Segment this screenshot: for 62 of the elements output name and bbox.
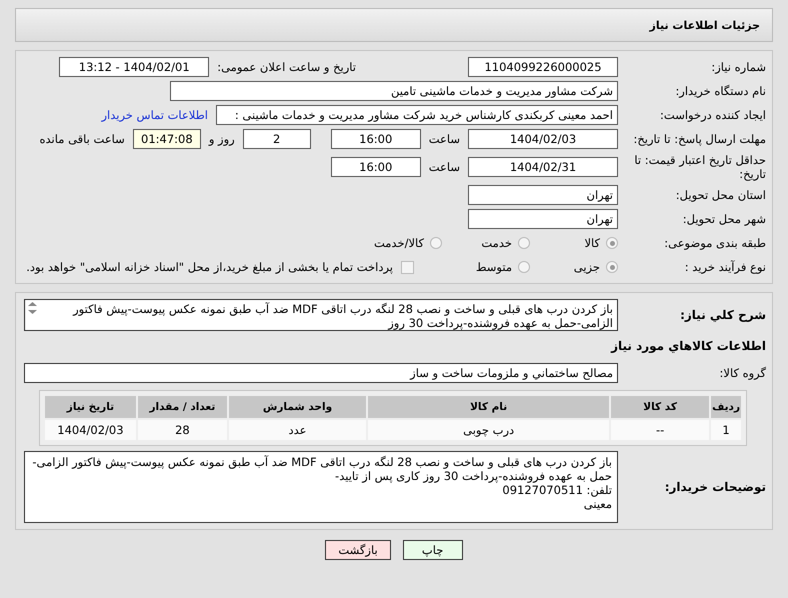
radio-button[interactable] <box>606 261 618 273</box>
checkbox[interactable] <box>401 260 414 274</box>
field-label: نام دستگاه خریدار: <box>674 84 767 98</box>
table-cell: -- <box>611 420 710 440</box>
radio-button[interactable] <box>518 237 530 249</box>
field-label: گروه کالا: <box>718 366 767 380</box>
column-header: رديف <box>711 396 741 418</box>
print-button[interactable]: چاپ <box>402 540 463 560</box>
field-label: شهر محل تحویل: <box>682 212 767 226</box>
contact-link[interactable]: اطلاعات تماس خریدار <box>101 108 208 122</box>
goods-group-field: مصالح ساختماني و ملزومات ساخت و ساز <box>24 363 618 383</box>
column-header: واحد شمارش <box>228 396 366 418</box>
province-field: تهران <box>468 185 618 205</box>
notes-field[interactable]: باز کردن درب های قبلی و ساخت و نصب 28 لنگه درب اتاقی MDF ضد آب طبق نمونه عکس پیوست-پیش فاکتور الزامی-حمل به عهده فروشنده-پرداخت 30 روز کاری پس از تایید- تلفن: 09127070511 معینی <box>24 451 618 523</box>
table-cell: عدد <box>228 420 366 440</box>
field-label: توضیحات خریدار: <box>664 480 767 494</box>
field-label: شماره نیاز: <box>710 60 767 74</box>
table-cell: 1404/02/03 <box>45 420 136 440</box>
radio-button[interactable] <box>606 237 618 249</box>
city-field: تهران <box>468 209 618 229</box>
option-label: کالا/خدمت <box>374 236 424 250</box>
field-label: ایجاد کننده درخواست: <box>659 108 767 122</box>
section-heading: اطلاعات کالاهاي مورد نياز <box>611 339 767 353</box>
back-button[interactable]: بازگشت <box>325 540 391 560</box>
column-header: نام کالا <box>368 396 610 418</box>
time-field: 16:00 <box>330 157 421 177</box>
field-label: ساعت <box>428 132 460 146</box>
column-header: کد کالا <box>611 396 710 418</box>
table-cell: درب چوبی <box>368 420 610 440</box>
field-label: مهلت ارسال پاسخ: تا تاریخ: <box>632 132 767 146</box>
field-label: طبقه بندی موضوعی: <box>663 236 767 250</box>
time-field: 16:00 <box>330 129 421 149</box>
scroll-arrows-icon[interactable] <box>28 302 36 314</box>
date-field: 1404/02/01 - 13:12 <box>59 57 210 77</box>
field-label: نوع فرآیند خرید : <box>684 260 767 274</box>
field-label: روز و <box>208 132 235 146</box>
column-header: تاریخ نیاز <box>45 396 136 418</box>
remaining-time-field: 01:47:08 <box>132 129 201 149</box>
field-label: استان محل تحویل: <box>674 188 767 202</box>
date-field: 1404/02/03 <box>468 129 618 149</box>
radio-button[interactable] <box>430 237 442 249</box>
payment-note: پرداخت تمام یا بخشی از مبلغ خرید،از محل "اسناد خزانه اسلامی" خواهد بود. <box>26 260 393 274</box>
need-number-field: 1104099226000025 <box>468 57 618 77</box>
description-field[interactable]: باز کردن درب های قبلی و ساخت و نصب 28 لنگه درب اتاقی MDF ضد آب طبق نمونه عکس پیوست-پیش فاکتور الزامی-حمل به عهده فروشنده-پرداخت 30 روز <box>24 299 618 331</box>
field-label: شرح کلي نياز: <box>679 308 767 322</box>
page-title: جزئیات اطلاعات نیاز <box>650 18 760 32</box>
field-label: تاریخ و ساعت اعلان عمومی: <box>217 60 356 74</box>
option-label: کالا <box>584 236 600 250</box>
field-label: حداقل تاریخ اعتبار قیمت: تا تاریخ: <box>633 153 767 181</box>
option-label: جزیی <box>574 260 600 274</box>
date-field: 1404/02/31 <box>468 157 618 177</box>
option-label: متوسط <box>476 260 512 274</box>
requester-field: احمد معینی کربکندی کارشناس خرید شرکت مشاور مدیریت و خدمات ماشینی : <box>216 105 618 125</box>
days-field: 2 <box>242 129 311 149</box>
buyer-field: شرکت مشاور مدیریت و خدمات ماشینی تامین <box>170 81 618 101</box>
radio-button[interactable] <box>518 261 530 273</box>
option-label: خدمت <box>481 236 512 250</box>
field-label: ساعت <box>428 160 460 174</box>
table-cell: 1 <box>711 420 741 440</box>
table-cell: 28 <box>138 420 227 440</box>
column-header: تعداد / مقدار <box>138 396 227 418</box>
field-label: ساعت باقی مانده <box>40 132 125 146</box>
